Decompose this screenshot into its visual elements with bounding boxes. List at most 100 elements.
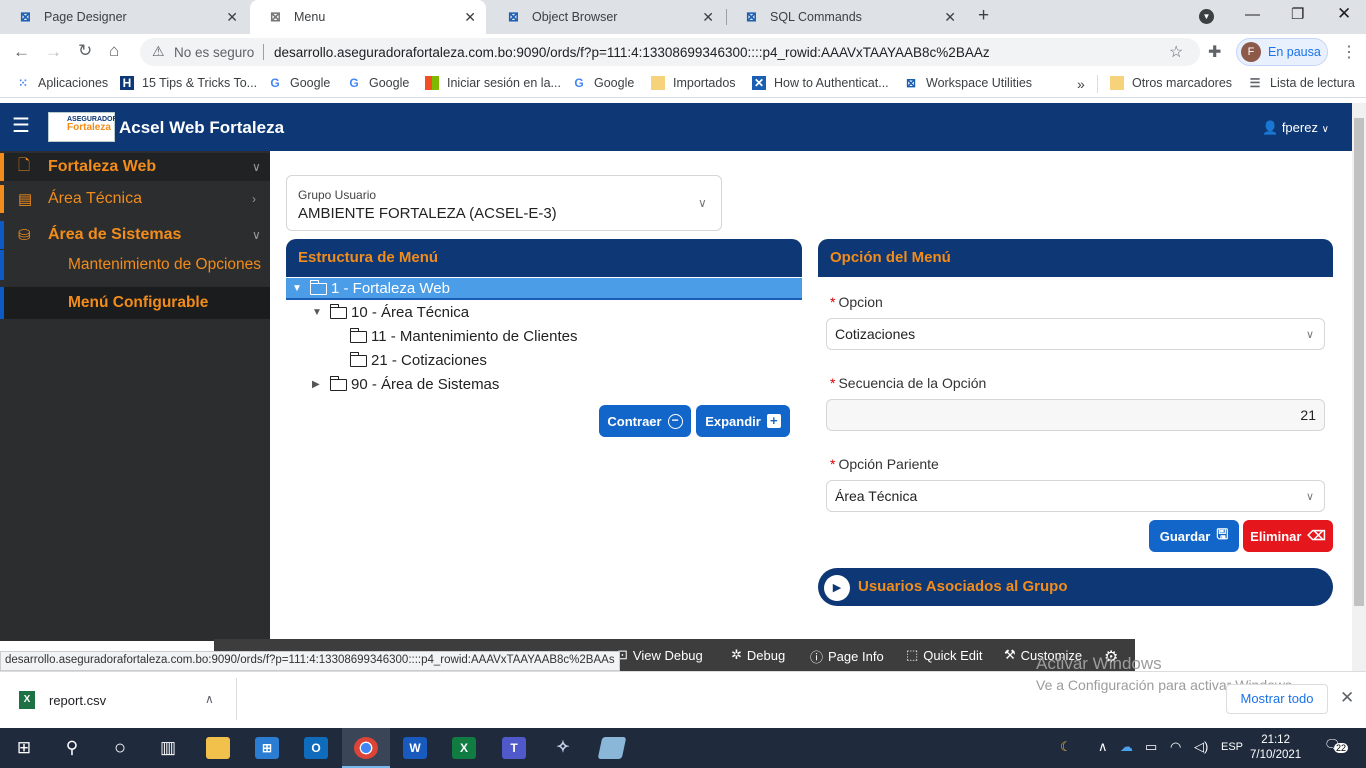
grupo-usuario-select[interactable]	[286, 175, 722, 231]
page-info-button[interactable]: ⓘ Page Info	[810, 647, 884, 666]
bookmark-star-icon[interactable]: ☆	[1169, 42, 1183, 62]
bookmark-item[interactable]: H 15 Tips & Tricks To...	[120, 76, 257, 90]
tree-node-area-sistemas[interactable]: ▶ 90 - Área de Sistemas	[312, 375, 499, 393]
tray-chevron-icon[interactable]: ∧	[1098, 739, 1108, 755]
close-window-icon[interactable]: ✕	[1337, 4, 1351, 24]
secuencia-input[interactable]: 21	[826, 399, 1325, 431]
url-text[interactable]: desarrollo.aseguradorafortaleza.com.bo:9…	[274, 45, 990, 60]
guardar-button[interactable]: Guardar 🖫	[1149, 520, 1239, 552]
bug-icon: ✲	[731, 647, 742, 662]
bookmarks-overflow-icon[interactable]: »	[1077, 76, 1085, 92]
opcion-pariente-select[interactable]: Área Técnica ∨	[826, 480, 1325, 512]
volume-icon[interactable]: ◁)	[1194, 739, 1208, 755]
cortana-icon[interactable]: ○	[96, 728, 144, 768]
warning-icon[interactable]: ⚠	[152, 43, 165, 60]
expandir-button[interactable]: Expandir +	[696, 405, 790, 437]
apex-icon: ⊠	[746, 9, 757, 24]
close-tab-icon[interactable]: ✕	[226, 9, 238, 26]
show-all-downloads-button[interactable]: Mostrar todo	[1226, 684, 1328, 714]
play-icon[interactable]: ▶	[824, 575, 850, 601]
minimize-icon[interactable]: —	[1245, 6, 1260, 23]
notification-count: 22	[1334, 743, 1349, 753]
sidebar-item-area-tecnica[interactable]: ▤ Área Técnica ›	[0, 185, 270, 213]
restore-icon[interactable]: ❐	[1291, 5, 1304, 23]
hamburger-menu-icon[interactable]: ☰	[12, 116, 34, 138]
collapse-toggle-icon[interactable]: ▶	[312, 379, 326, 390]
outlook-icon[interactable]: O	[292, 728, 340, 768]
debug-button[interactable]: ✲ Debug	[731, 647, 785, 663]
back-icon[interactable]: ←	[13, 42, 30, 62]
expand-toggle-icon[interactable]: ▼	[292, 283, 306, 294]
download-filename[interactable]: report.csv	[49, 693, 106, 708]
close-tab-icon[interactable]: ✕	[702, 9, 714, 26]
language-indicator[interactable]: ESP	[1221, 741, 1243, 753]
wifi-icon[interactable]: ◠	[1170, 739, 1181, 755]
bookmark-item[interactable]: Importados	[651, 76, 736, 90]
eliminar-button[interactable]: Eliminar ⌫	[1243, 520, 1333, 552]
scrollbar-thumb[interactable]	[1354, 118, 1364, 606]
close-tab-icon[interactable]: ✕	[464, 9, 476, 26]
tab-object-browser[interactable]: ⊠ Object Browser ✕	[488, 0, 724, 34]
company-logo[interactable]: ASEGURADORA Fortaleza	[48, 112, 123, 142]
battery-icon[interactable]: ▭	[1145, 739, 1157, 755]
chrome-icon[interactable]	[342, 728, 390, 768]
contraer-button[interactable]: Contraer −	[599, 405, 691, 437]
tab-search-icon[interactable]: ▼	[1199, 9, 1214, 24]
user-menu[interactable]: 👤 fperez ∨	[1262, 120, 1329, 136]
expand-toggle-icon[interactable]: ▼	[312, 307, 326, 318]
chevron-up-icon[interactable]: ∧	[205, 692, 214, 706]
tab-page-designer[interactable]: ⊠ Page Designer ✕	[0, 0, 248, 34]
bookmark-item[interactable]: G Google	[572, 76, 634, 90]
bookmark-item[interactable]: ☰ Lista de lectura	[1248, 76, 1355, 90]
windows-start-icon[interactable]: ⊞	[0, 728, 48, 768]
usuarios-asociados-title[interactable]: Usuarios Asociados al Grupo	[858, 578, 1068, 595]
tree-node-area-tecnica[interactable]: ▼ 10 - Área Técnica	[312, 303, 469, 321]
app-notes-icon[interactable]	[588, 728, 636, 768]
close-tab-icon[interactable]: ✕	[944, 9, 956, 26]
bookmark-item[interactable]: ⁙ Aplicaciones	[16, 76, 108, 90]
tree-node-fortaleza-web[interactable]: ▼ 1 - Fortaleza Web	[292, 279, 450, 297]
view-debug-button[interactable]: ⊡ View Debug	[617, 647, 703, 663]
tree-node-mantenimiento-clientes[interactable]: 11 - Mantenimiento de Clientes	[332, 327, 578, 345]
app-compass-icon[interactable]: ✧	[539, 728, 587, 768]
tab-sql-commands[interactable]: ⊠ SQL Commands ✕	[726, 0, 966, 34]
reload-icon[interactable]: ↻	[78, 41, 92, 61]
store-icon[interactable]: ⊞	[243, 728, 291, 768]
teams-icon[interactable]: T	[490, 728, 538, 768]
bookmark-item[interactable]: G Google	[268, 76, 330, 90]
opcion-select[interactable]: Cotizaciones ∨	[826, 318, 1325, 350]
extensions-icon[interactable]: ✚	[1208, 42, 1221, 62]
quick-edit-button[interactable]: ⬚ Quick Edit	[906, 647, 983, 663]
clock[interactable]: 21:12 7/10/2021	[1250, 733, 1301, 763]
bookmark-item[interactable]: Otros marcadores	[1110, 76, 1232, 90]
sidebar-item-area-sistemas[interactable]: ⛁ Área de Sistemas ∨	[0, 221, 270, 249]
bookmark-item[interactable]: ⊠ Workspace Utilities	[904, 76, 1032, 90]
chevron-down-icon[interactable]: ∨	[698, 196, 707, 210]
bookmark-item[interactable]: Iniciar sesión en la...	[425, 76, 561, 90]
excel-icon[interactable]: X	[440, 728, 488, 768]
app-title[interactable]: Acsel Web Fortaleza	[119, 118, 284, 138]
security-label[interactable]: No es seguro	[174, 45, 254, 60]
home-icon[interactable]: ⌂	[109, 41, 119, 61]
sidebar-item-menu-configurable[interactable]: Menú Configurable	[0, 287, 270, 319]
tab-label: Page Designer	[44, 10, 127, 24]
new-tab-icon[interactable]: +	[978, 5, 989, 27]
sidebar-item-fortaleza-web[interactable]: 🗋 Fortaleza Web ∨	[0, 153, 270, 181]
file-explorer-icon[interactable]	[194, 728, 242, 768]
status-bar-url: desarrollo.aseguradorafortaleza.com.bo:9…	[0, 651, 620, 671]
grupo-usuario-value[interactable]: AMBIENTE FORTALEZA (ACSEL-E-3)	[298, 205, 557, 222]
task-view-icon[interactable]: ▥	[144, 728, 192, 768]
tab-menu[interactable]: ⊠ Menu ✕	[250, 0, 486, 34]
night-light-icon[interactable]: ☾	[1060, 739, 1072, 755]
bookmark-item[interactable]: G Google	[347, 76, 409, 90]
word-icon[interactable]: W	[391, 728, 439, 768]
notifications-icon[interactable]: 🗨 22	[1324, 737, 1349, 753]
kebab-menu-icon[interactable]: ⋮	[1341, 42, 1357, 62]
tree-node-cotizaciones[interactable]: 21 - Cotizaciones	[332, 351, 487, 369]
onedrive-icon[interactable]: ☁	[1120, 739, 1133, 755]
bookmark-item[interactable]: ✕ How to Authenticat...	[752, 76, 889, 90]
search-icon[interactable]: ⚲	[48, 728, 96, 768]
close-download-bar-icon[interactable]: ✕	[1340, 688, 1354, 708]
forward-icon[interactable]: →	[45, 42, 62, 62]
sidebar-item-mantenimiento-opciones[interactable]: Mantenimiento de Opciones	[0, 250, 270, 280]
